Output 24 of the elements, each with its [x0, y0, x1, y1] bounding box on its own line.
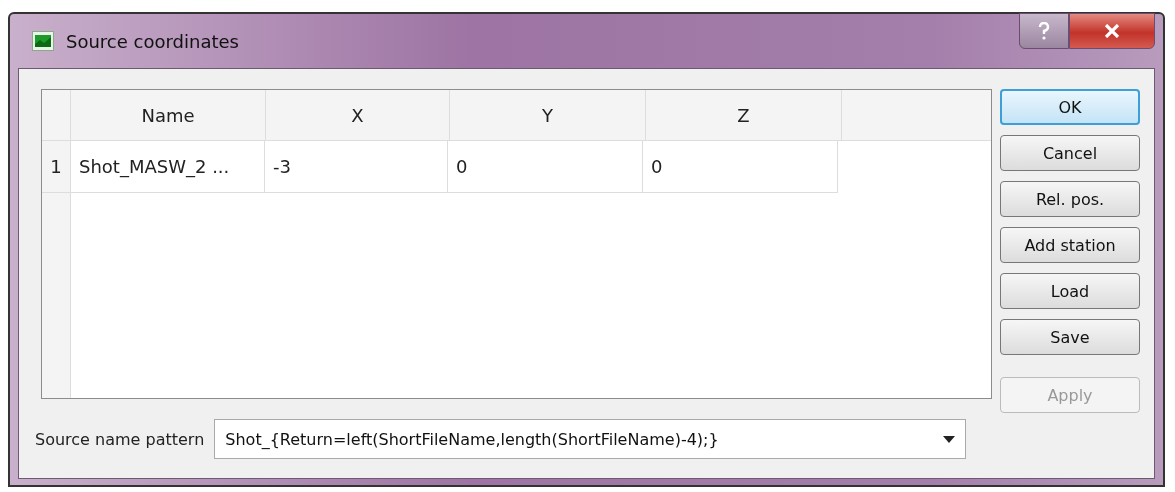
- table-cell[interactable]: 0: [643, 141, 838, 192]
- table-cell[interactable]: -3: [265, 141, 448, 192]
- dialog-button[interactable]: OK: [1000, 89, 1140, 125]
- help-icon: [1037, 22, 1051, 40]
- pattern-dropdown[interactable]: Shot_{Return=left(ShortFileName,length(ShortFileName)-4);}: [214, 419, 967, 459]
- window-title: Source coordinates: [66, 30, 239, 52]
- dialog-button[interactable]: Cancel: [1000, 135, 1140, 171]
- row-number: 1: [42, 141, 71, 192]
- help-button[interactable]: [1019, 13, 1069, 49]
- dialog-button[interactable]: Rel. pos.: [1000, 181, 1140, 217]
- column-header[interactable]: X: [266, 90, 450, 140]
- column-header[interactable]: Name: [71, 90, 266, 140]
- dialog-button[interactable]: Add station: [1000, 227, 1140, 263]
- table-cell[interactable]: Shot_MASW_2 ...: [71, 141, 265, 192]
- close-button[interactable]: [1069, 13, 1155, 49]
- dropdown-caret-icon: [943, 435, 956, 443]
- column-header[interactable]: Z: [646, 90, 842, 140]
- close-icon: [1104, 24, 1120, 38]
- dialog-button[interactable]: Save: [1000, 319, 1140, 355]
- pattern-label: Source name pattern: [35, 429, 205, 449]
- table-cell[interactable]: 0: [448, 141, 643, 192]
- app-icon: [32, 31, 54, 51]
- dialog-button[interactable]: Load: [1000, 273, 1140, 309]
- column-header[interactable]: Y: [450, 90, 646, 140]
